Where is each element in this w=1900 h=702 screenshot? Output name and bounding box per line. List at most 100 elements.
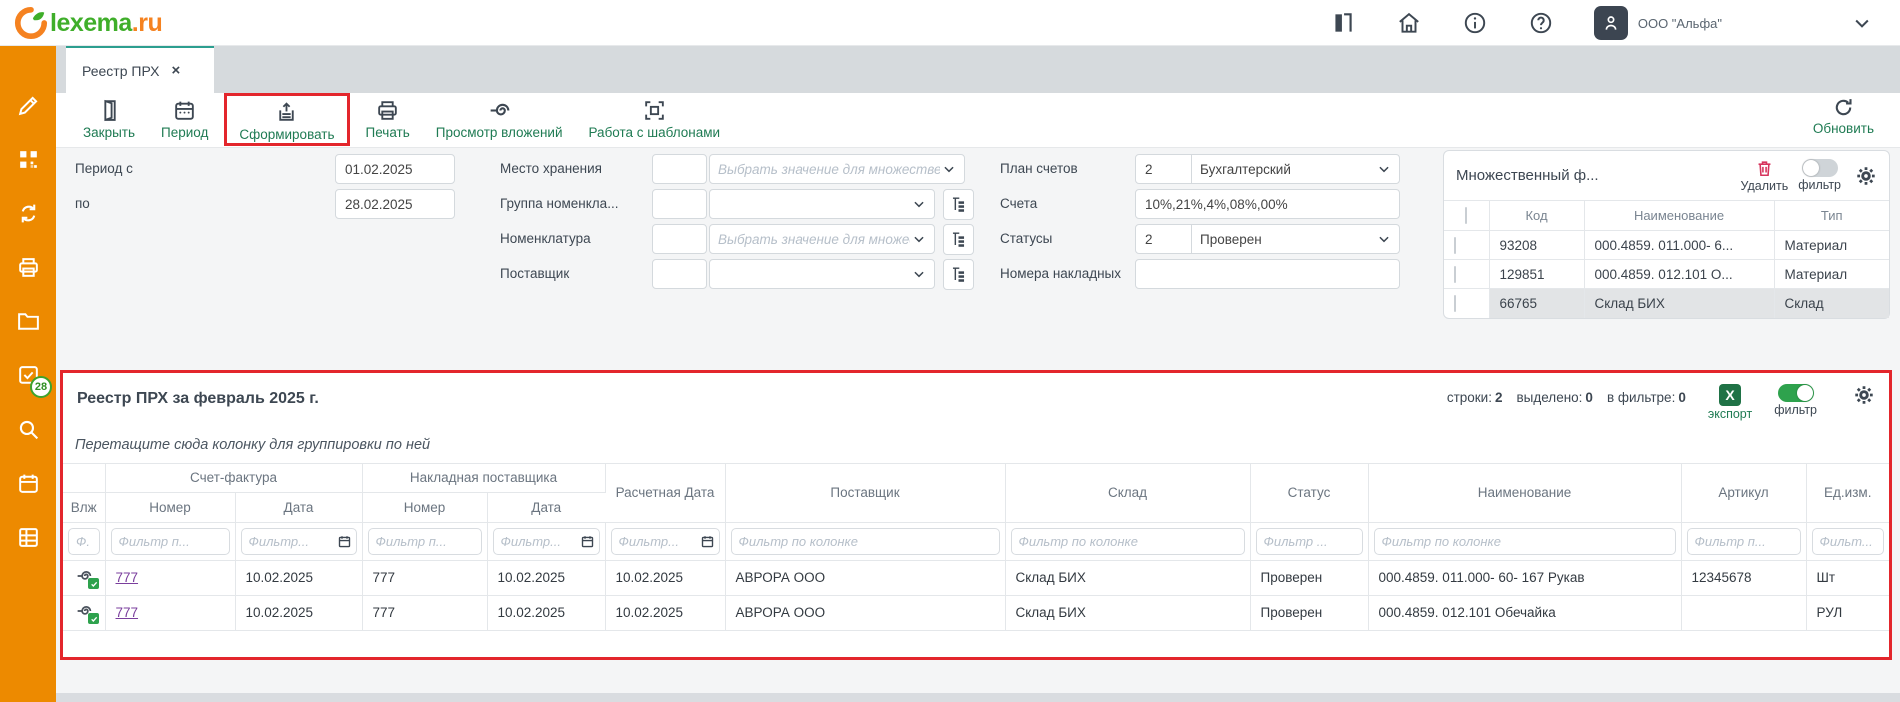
- refresh-button[interactable]: Обновить: [1813, 96, 1874, 136]
- print-button[interactable]: Печать: [353, 98, 423, 140]
- gear-icon[interactable]: [1855, 165, 1877, 187]
- period-to-input[interactable]: [335, 189, 455, 219]
- statuses-select[interactable]: 2 Проверен: [1135, 224, 1400, 254]
- filter-supplier-input[interactable]: [731, 528, 1000, 555]
- col-invoice-date[interactable]: Дата: [235, 492, 362, 522]
- col-status[interactable]: Статус: [1250, 464, 1368, 522]
- filter-waybill-number-input[interactable]: [368, 528, 482, 555]
- sidebar-item-tasks[interactable]: 28: [0, 348, 56, 402]
- period-button[interactable]: Период: [148, 98, 221, 140]
- grid-filter-toggle[interactable]: фильтр: [1774, 384, 1817, 417]
- period-from-input[interactable]: [335, 154, 455, 184]
- attachment-icon[interactable]: [73, 602, 95, 620]
- invoice-number-link[interactable]: 777: [116, 605, 139, 620]
- toggle-on-switch[interactable]: [1778, 384, 1814, 402]
- attachments-button[interactable]: Просмотр вложений: [423, 98, 576, 140]
- nomenclature-select[interactable]: Выбрать значение для множествен: [709, 224, 935, 254]
- group-by-hint[interactable]: Перетащите сюда колонку для группировки …: [63, 421, 1889, 464]
- registry-row[interactable]: 777 10.02.2025 777 10.02.2025 10.02.2025…: [63, 560, 1889, 595]
- info-icon[interactable]: [1462, 10, 1488, 36]
- col-warehouse[interactable]: Склад: [1005, 464, 1250, 522]
- invoice-number-link[interactable]: 777: [116, 570, 139, 585]
- filter-attach-input[interactable]: [68, 528, 100, 555]
- chevron-down-icon[interactable]: [1852, 13, 1872, 33]
- templates-button[interactable]: Работа с шаблонами: [576, 98, 734, 140]
- generate-button[interactable]: Сформировать: [235, 100, 338, 142]
- close-button[interactable]: Закрыть: [70, 98, 148, 140]
- multi-filter-row[interactable]: 129851 000.4859. 012.101 О... Материал: [1444, 260, 1889, 289]
- col-name[interactable]: Наименование: [1368, 464, 1681, 522]
- person-icon: [1601, 13, 1621, 33]
- row-checkbox[interactable]: [1454, 237, 1456, 254]
- group-invoice[interactable]: Счет-фактура: [105, 464, 362, 492]
- help-icon[interactable]: [1528, 10, 1554, 36]
- filter-unit-input[interactable]: [1812, 528, 1885, 555]
- supplier-select[interactable]: [709, 259, 935, 289]
- filter-status-input[interactable]: [1256, 528, 1363, 555]
- supplier-tree-button[interactable]: [943, 259, 974, 290]
- nomenclature-code-input[interactable]: [652, 224, 707, 254]
- col-calc-date[interactable]: Расчетная Дата: [605, 464, 725, 522]
- sidebar-item-modules[interactable]: [0, 132, 56, 186]
- multi-filter-row-selected[interactable]: 66765 Склад БИХ Склад: [1444, 289, 1889, 318]
- door-icon: [97, 98, 122, 123]
- calendar-icon[interactable]: [337, 534, 352, 549]
- storage-code-input[interactable]: [652, 154, 707, 184]
- user-avatar[interactable]: [1594, 6, 1628, 40]
- attachment-icon[interactable]: [73, 567, 95, 585]
- sidebar-item-sync[interactable]: [0, 186, 56, 240]
- statuses-label: Статусы: [1000, 224, 1052, 254]
- home-icon[interactable]: [1396, 10, 1422, 36]
- period-to-label: по: [75, 189, 90, 219]
- sidebar-item-edit[interactable]: [0, 78, 56, 132]
- accounts-input[interactable]: [1135, 189, 1400, 219]
- sidebar-item-documents[interactable]: [0, 294, 56, 348]
- sidebar-item-print[interactable]: [0, 240, 56, 294]
- sidebar-item-calendar[interactable]: [0, 456, 56, 510]
- sidebar-item-search[interactable]: [0, 402, 56, 456]
- nomenclature-tree-button[interactable]: [943, 224, 974, 255]
- col-supplier[interactable]: Поставщик: [725, 464, 1005, 522]
- storage-select[interactable]: Выбрать значение для множественного: [709, 154, 965, 184]
- waybill-numbers-input[interactable]: [1135, 259, 1400, 289]
- select-all-checkbox[interactable]: [1465, 207, 1467, 224]
- col-article[interactable]: Артикул: [1681, 464, 1806, 522]
- tab-reestr-prh[interactable]: Реестр ПРХ ×: [66, 46, 214, 93]
- row-checkbox[interactable]: [1454, 295, 1456, 312]
- accounts-plan-select[interactable]: 2 Бухгалтерский: [1135, 154, 1400, 184]
- col-attach[interactable]: Влж: [63, 492, 105, 522]
- nomen-group-select[interactable]: [709, 189, 935, 219]
- col-unit[interactable]: Ед.изм.: [1806, 464, 1889, 522]
- nomen-group-tree-button[interactable]: [943, 189, 974, 220]
- filter-name-input[interactable]: [1374, 528, 1676, 555]
- tab-title: Реестр ПРХ: [82, 63, 160, 79]
- nomen-group-code-input[interactable]: [652, 189, 707, 219]
- exit-icon[interactable]: [1330, 10, 1356, 36]
- registry-row[interactable]: 777 10.02.2025 777 10.02.2025 10.02.2025…: [63, 595, 1889, 630]
- multi-filter-row[interactable]: 93208 000.4859. 011.000- 6... Материал: [1444, 231, 1889, 260]
- col-invoice-number[interactable]: Номер: [105, 492, 235, 522]
- calendar-icon[interactable]: [580, 534, 595, 549]
- chevron-down-icon: [942, 162, 956, 176]
- qr-grid-icon: [16, 147, 41, 172]
- filter-invoice-number-input[interactable]: [111, 528, 230, 555]
- delete-button[interactable]: Удалить: [1740, 159, 1788, 193]
- col-waybill-number[interactable]: Номер: [362, 492, 487, 522]
- col-waybill-date[interactable]: Дата: [487, 492, 605, 522]
- spreadsheet-icon: [16, 525, 41, 550]
- registry-title: Реестр ПРХ за февраль 2025 г.: [77, 384, 1447, 408]
- export-button[interactable]: X экспорт: [1708, 384, 1752, 421]
- filter-article-input[interactable]: [1687, 528, 1801, 555]
- multi-filter-toggle[interactable]: фильтр: [1798, 159, 1841, 192]
- toggle-off-switch[interactable]: [1802, 159, 1838, 177]
- tab-close-icon[interactable]: ×: [172, 63, 181, 78]
- notifications-badge: 28: [30, 376, 52, 398]
- supplier-code-input[interactable]: [652, 259, 707, 289]
- filter-warehouse-input[interactable]: [1011, 528, 1245, 555]
- calendar-icon[interactable]: [700, 534, 715, 549]
- group-waybill[interactable]: Накладная поставщика: [362, 464, 605, 492]
- row-checkbox[interactable]: [1454, 266, 1456, 283]
- sidebar-item-reports[interactable]: [0, 510, 56, 564]
- lexema-logo[interactable]: lexema.ru: [14, 6, 162, 40]
- gear-icon[interactable]: [1853, 384, 1875, 406]
